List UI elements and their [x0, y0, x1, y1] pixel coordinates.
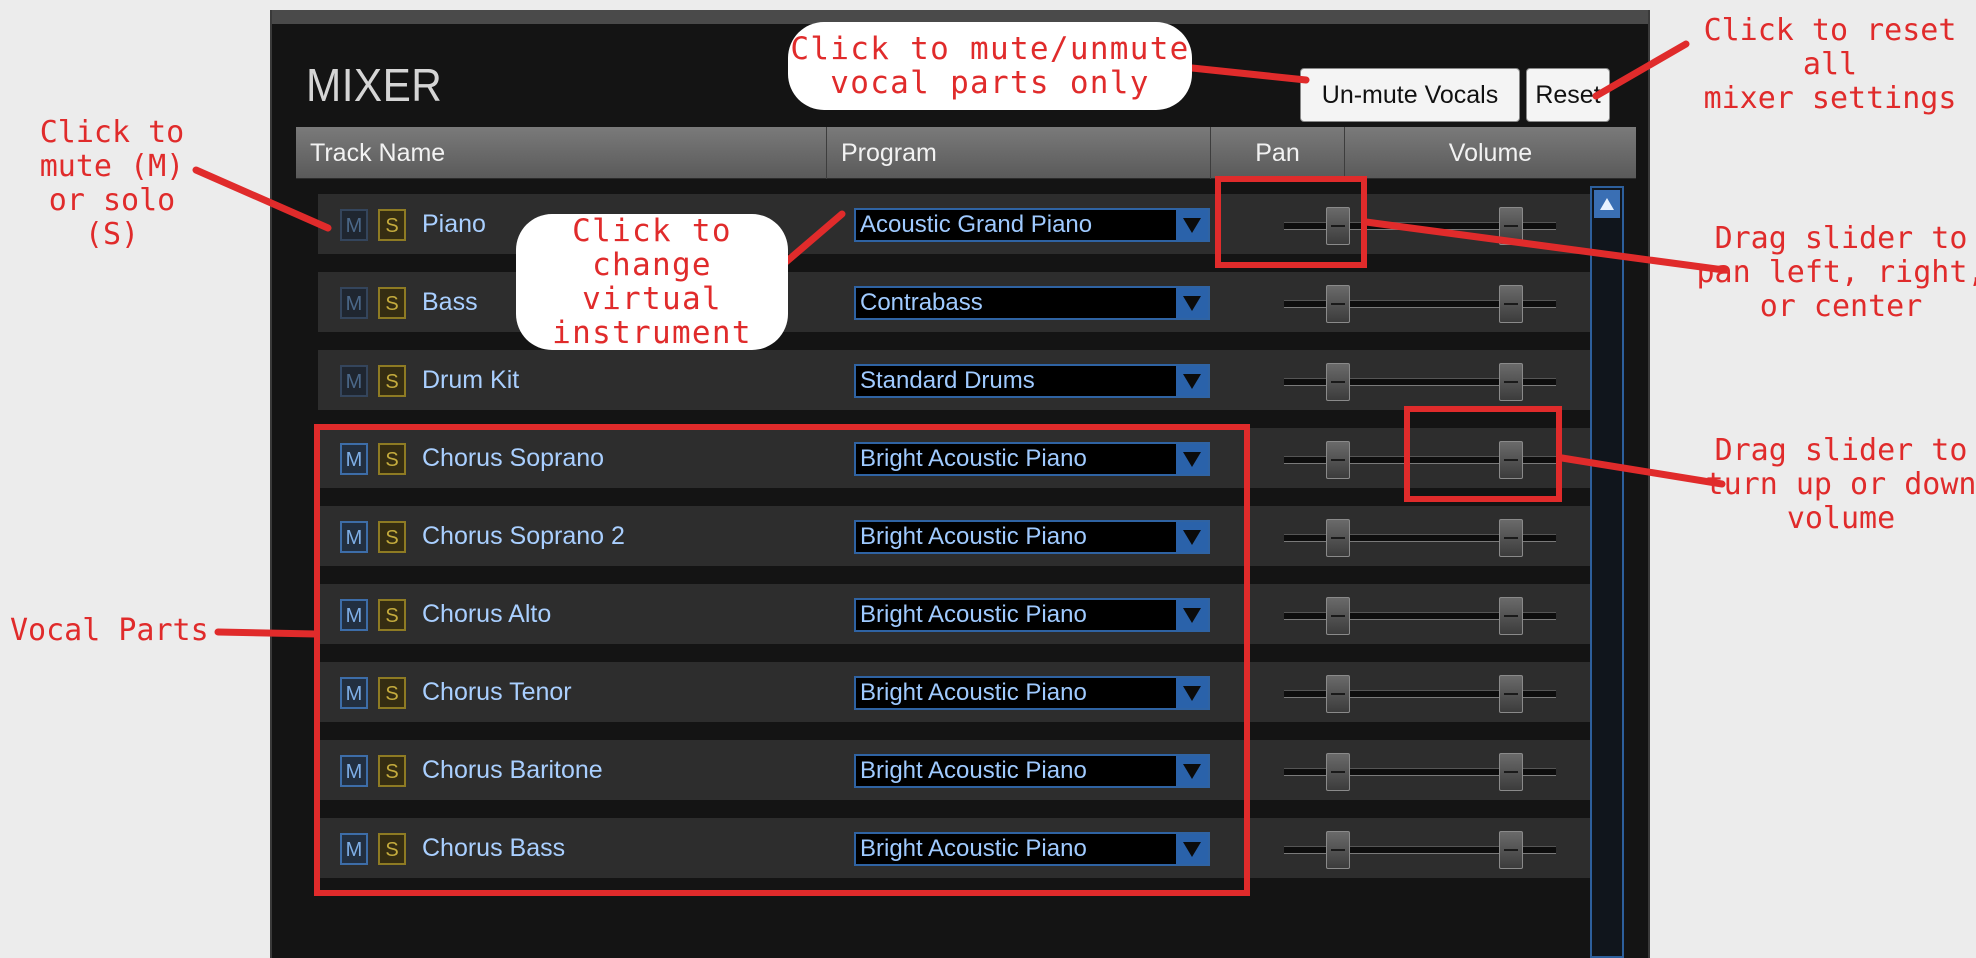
callout-line: vocal parts only: [830, 65, 1150, 101]
volume-slider-track[interactable]: [1376, 768, 1556, 776]
pan-slider-thumb[interactable]: [1326, 363, 1350, 401]
program-select[interactable]: Acoustic Grand Piano: [854, 208, 1210, 242]
program-value: Acoustic Grand Piano: [860, 211, 1093, 238]
note-line: Click to: [39, 115, 185, 150]
program-select[interactable]: Contrabass: [854, 286, 1210, 320]
callout-line: Click to mute/unmute: [790, 31, 1190, 67]
pan-slider-highlight: [1215, 176, 1367, 268]
pan-slider-thumb[interactable]: [1326, 285, 1350, 323]
triangle-down-icon: [1183, 296, 1201, 311]
pan-note: Drag slider to pan left, right, or cente…: [1696, 222, 1976, 324]
note-line: mixer settings: [1703, 81, 1957, 116]
program-dropdown-button[interactable]: [1176, 288, 1208, 318]
volume-slider-track[interactable]: [1376, 222, 1556, 230]
track-list-scrollbar[interactable]: [1590, 186, 1624, 958]
program-callout: Click to change virtual instrument: [516, 214, 788, 350]
column-volume: Volume: [1344, 127, 1636, 179]
triangle-down-icon: [1183, 374, 1201, 389]
triangle-up-icon: [1600, 198, 1614, 210]
track-row: M S Bass Contrabass: [318, 272, 1590, 332]
note-line: or solo (S): [48, 183, 176, 252]
scroll-up-button[interactable]: [1594, 190, 1620, 218]
volume-slider-thumb[interactable]: [1499, 675, 1523, 713]
solo-button[interactable]: S: [378, 365, 406, 397]
mixer-column-header: Track Name Program Pan Volume: [296, 127, 1636, 179]
vocal-parts-note: Vocal Parts: [10, 613, 209, 648]
mute-button[interactable]: M: [340, 287, 368, 319]
pan-slider-thumb[interactable]: [1326, 831, 1350, 869]
solo-button[interactable]: S: [378, 209, 406, 241]
track-name: Drum Kit: [422, 366, 520, 394]
program-dropdown-button[interactable]: [1176, 366, 1208, 396]
unmute-vocals-callout: Click to mute/unmute vocal parts only: [788, 22, 1192, 110]
volume-slider-thumb[interactable]: [1499, 753, 1523, 791]
program-dropdown-button[interactable]: [1176, 210, 1208, 240]
volume-slider-track[interactable]: [1376, 612, 1556, 620]
note-line: volume: [1786, 501, 1896, 536]
pan-slider-thumb[interactable]: [1326, 753, 1350, 791]
reset-button[interactable]: Reset: [1526, 68, 1610, 122]
column-pan: Pan: [1210, 127, 1344, 179]
pan-slider-thumb[interactable]: [1326, 597, 1350, 635]
reset-note: Click to reset all mixer settings: [1680, 14, 1976, 116]
volume-slider-thumb[interactable]: [1499, 597, 1523, 635]
callout-line: Click to: [572, 213, 732, 249]
volume-slider-track[interactable]: [1376, 300, 1556, 308]
volume-note: Drag slider to turn up or down volume: [1696, 434, 1976, 536]
note-line: Drag slider to: [1714, 221, 1968, 256]
mixer-title: MIXER: [306, 59, 443, 111]
note-line: Drag slider to: [1714, 433, 1968, 468]
volume-slider-track[interactable]: [1376, 378, 1556, 386]
mute-solo-note: Click to mute (M) or solo (S): [14, 116, 210, 252]
track-row: M S Piano Acoustic Grand Piano: [318, 194, 1590, 254]
vocal-parts-highlight: [314, 424, 1250, 896]
volume-slider-thumb[interactable]: [1499, 831, 1523, 869]
program-select[interactable]: Standard Drums: [854, 364, 1210, 398]
solo-button[interactable]: S: [378, 287, 406, 319]
note-line: turn up or down: [1705, 467, 1976, 502]
triangle-down-icon: [1183, 218, 1201, 233]
mute-button[interactable]: M: [340, 209, 368, 241]
program-value: Standard Drums: [860, 367, 1035, 394]
track-name: Piano: [422, 210, 486, 238]
volume-slider-thumb[interactable]: [1499, 285, 1523, 323]
track-row: M S Drum Kit Standard Drums: [318, 350, 1590, 410]
mute-button[interactable]: M: [340, 365, 368, 397]
callout-line: change virtual: [582, 247, 722, 317]
volume-slider-track[interactable]: [1376, 690, 1556, 698]
column-track-name: Track Name: [310, 139, 446, 167]
note-line: Click to reset all: [1703, 13, 1957, 82]
unmute-vocals-button[interactable]: Un-mute Vocals: [1300, 68, 1520, 122]
column-program: Program: [826, 127, 1210, 179]
volume-slider-highlight: [1404, 406, 1562, 502]
volume-slider-track[interactable]: [1376, 846, 1556, 854]
note-line: or center: [1759, 289, 1923, 324]
pan-slider-thumb[interactable]: [1326, 675, 1350, 713]
volume-slider-thumb[interactable]: [1499, 519, 1523, 557]
volume-slider-thumb[interactable]: [1499, 363, 1523, 401]
program-value: Contrabass: [860, 289, 983, 316]
callout-line: instrument: [552, 315, 752, 351]
pan-slider-thumb[interactable]: [1326, 519, 1350, 557]
pan-slider-thumb[interactable]: [1326, 441, 1350, 479]
volume-slider-thumb[interactable]: [1499, 207, 1523, 245]
track-name: Bass: [422, 288, 478, 316]
note-line: pan left, right,: [1696, 255, 1976, 290]
note-line: mute (M): [39, 149, 185, 184]
volume-slider-track[interactable]: [1376, 534, 1556, 542]
